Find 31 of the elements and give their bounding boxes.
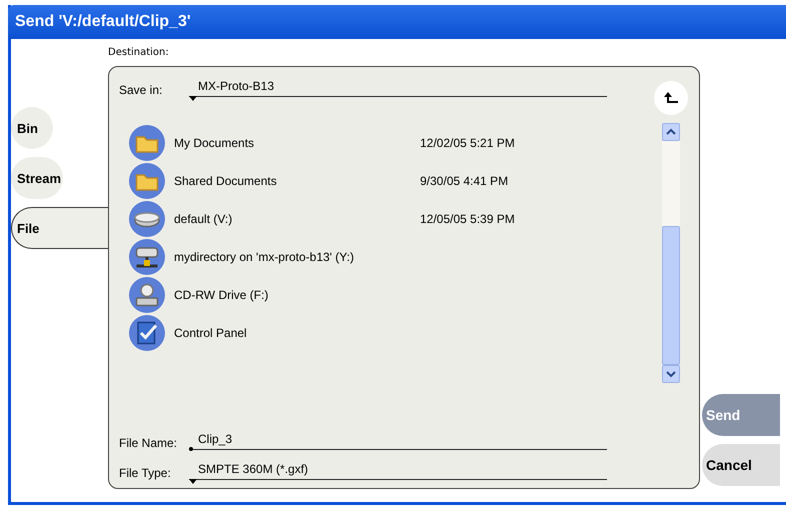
item-date: 9/30/05 4:41 PM <box>420 174 508 188</box>
vertical-scrollbar[interactable] <box>662 123 680 383</box>
scroll-down-button[interactable] <box>662 365 680 383</box>
drive-icon <box>129 201 165 237</box>
item-name[interactable]: CD-RW Drive (F:) <box>165 288 420 302</box>
dialog-button[interactable]: Cancel <box>702 444 780 486</box>
chevron-up-icon <box>666 128 676 136</box>
window-title: Send 'V:/default/Clip_3' <box>15 13 191 31</box>
scroll-thumb[interactable] <box>662 226 680 365</box>
item-name[interactable]: default (V:) <box>165 212 420 226</box>
up-folder-button[interactable] <box>654 81 688 115</box>
chevron-down-icon <box>666 370 676 378</box>
network-icon <box>129 239 165 275</box>
folder-icon <box>129 163 165 199</box>
destination-label: Destination: <box>108 46 170 60</box>
scroll-up-button[interactable] <box>662 123 680 141</box>
up-arrow-icon <box>663 91 679 105</box>
save-in-label: Save in: <box>119 83 164 97</box>
item-date: 12/05/05 5:39 PM <box>420 212 515 226</box>
file-type-label: File Type: <box>119 466 172 480</box>
tab[interactable]: File <box>11 207 108 249</box>
item-date: 12/02/05 5:21 PM <box>420 136 515 150</box>
file-name-label: File Name: <box>119 436 178 450</box>
item-name[interactable]: My Documents <box>165 136 420 150</box>
item-name[interactable]: Control Panel <box>165 326 420 340</box>
file-name-field[interactable]: Clip_3 <box>189 432 607 450</box>
item-name[interactable]: Shared Documents <box>165 174 420 188</box>
folder-icon <box>129 125 165 161</box>
tab[interactable]: Stream <box>11 157 64 199</box>
item-name[interactable]: mydirectory on 'mx-proto-b13' (Y:) <box>165 250 420 264</box>
tab[interactable]: Bin <box>11 107 53 149</box>
